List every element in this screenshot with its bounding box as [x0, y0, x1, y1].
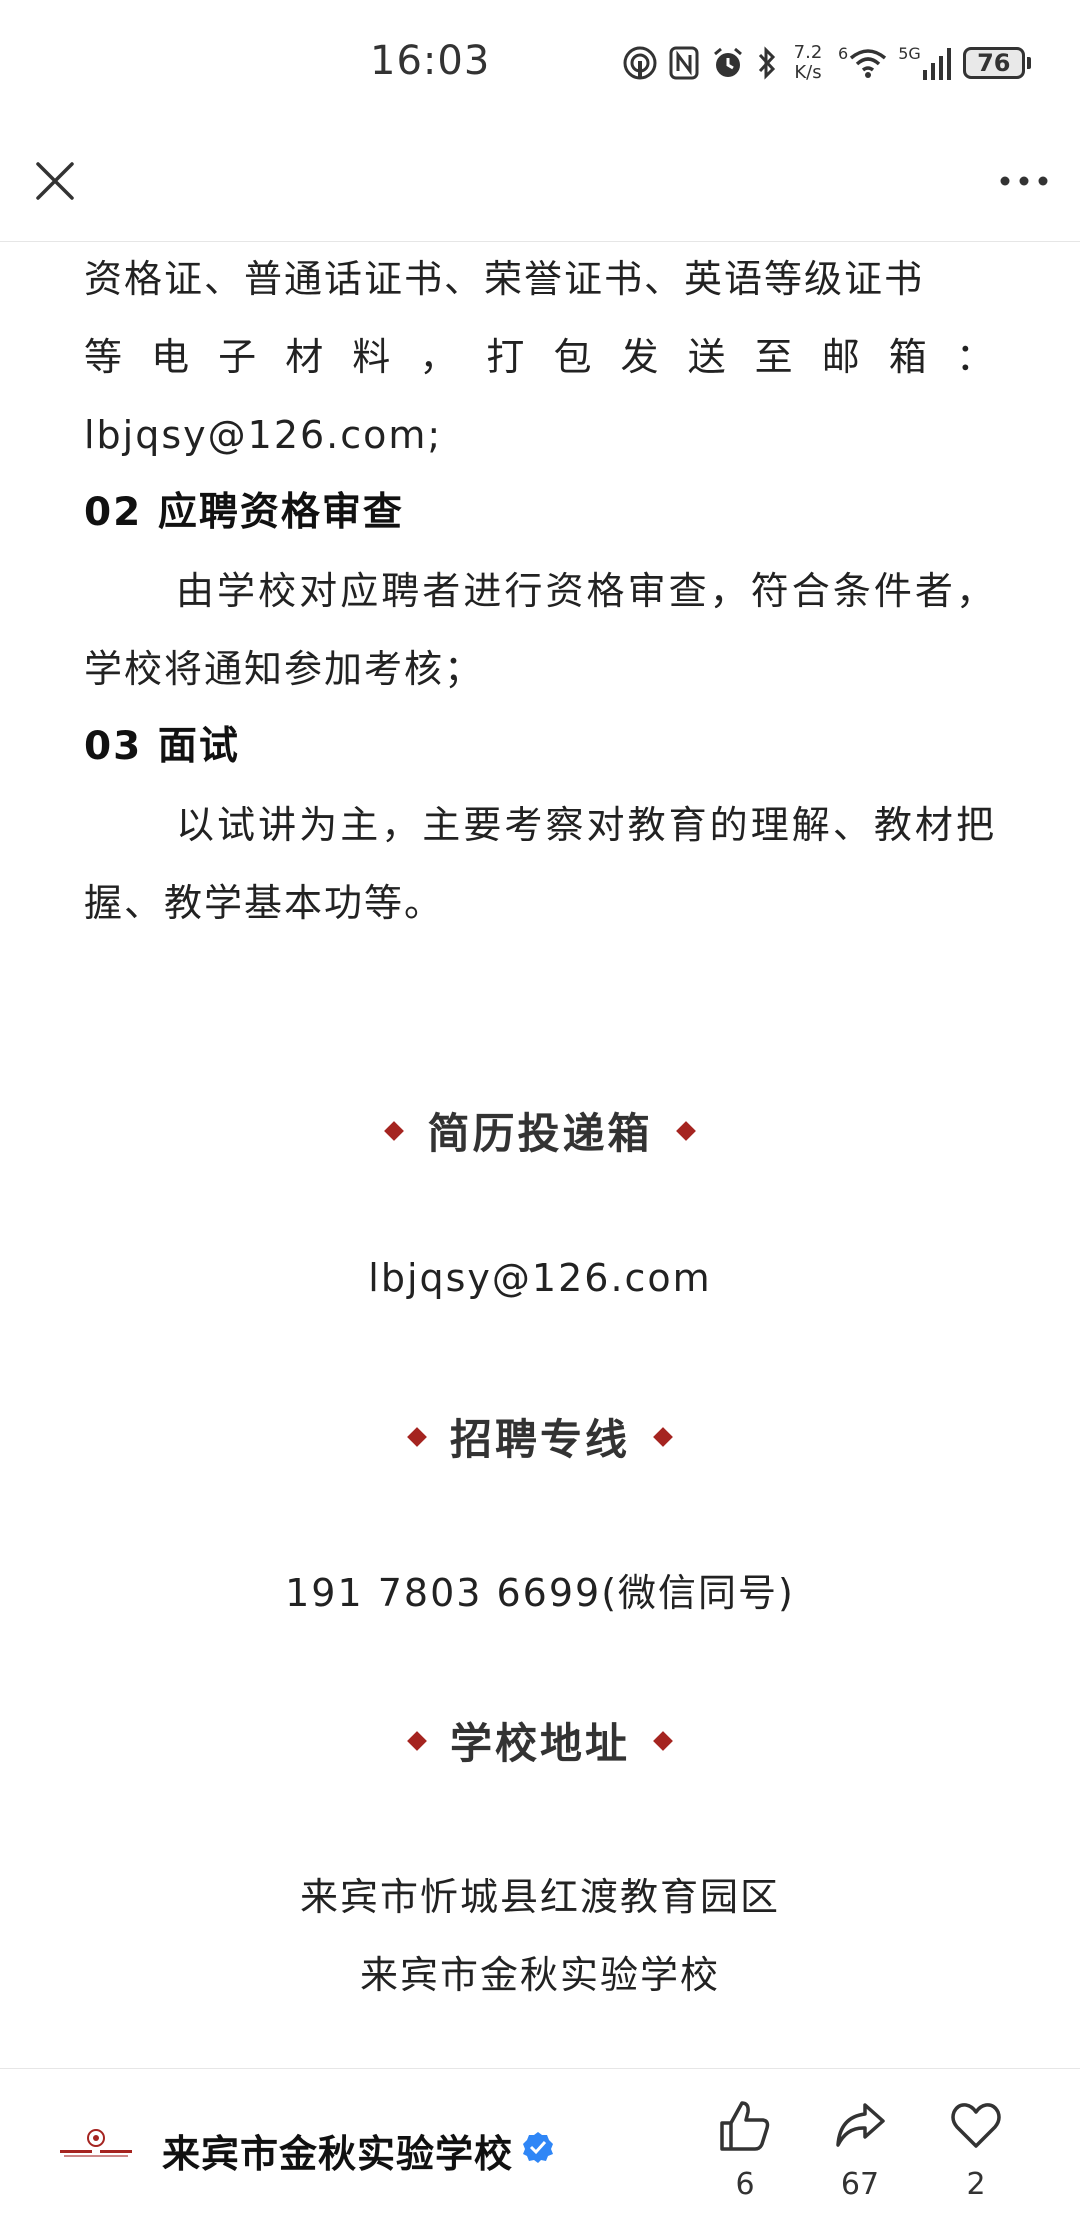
- battery-icon: 76: [962, 47, 1031, 79]
- hotline-phone-row: 191 7803 6699(微信同号): [0, 1562, 1080, 1617]
- hotspot-icon: [622, 45, 658, 81]
- spread-char: 子: [218, 335, 259, 379]
- speed-value: 7.2: [793, 42, 823, 63]
- address-line-1-row: 来宾市忻城县红渡教育园区: [0, 1866, 1080, 1921]
- diamond-icon: [384, 1120, 405, 1141]
- status-bar: 16:03 7.2 K/s 6 5G 76: [0, 0, 1080, 130]
- share-count: 67: [840, 2167, 880, 2202]
- speed-unit: K/s: [794, 62, 822, 83]
- section-heading-02: 02 应聘资格审查: [84, 490, 404, 535]
- status-icons: 7.2 K/s 6 5G 76: [622, 40, 1031, 86]
- spread-char: 至: [754, 335, 795, 379]
- spread-char: ：: [955, 335, 996, 379]
- resume-box-section: 简历投递箱: [0, 1100, 1080, 1161]
- paragraph-02: 由学校对应聘者进行资格审查，符合条件者，学校将通知参加考核；: [84, 569, 996, 691]
- share-button[interactable]: 67: [820, 2099, 900, 2202]
- like-count: 6: [735, 2167, 755, 2202]
- section-heading-03: 03 面试: [84, 724, 240, 769]
- favorite-count: 2: [966, 2167, 986, 2202]
- spread-char: 料: [352, 335, 393, 379]
- spread-char: 箱: [888, 335, 929, 379]
- bluetooth-icon: [756, 45, 778, 81]
- spread-char: 发: [620, 335, 661, 379]
- share-icon: [836, 2103, 885, 2147]
- close-icon: [36, 162, 74, 200]
- status-time: 16:03: [370, 38, 491, 84]
- nfc-icon: [668, 45, 700, 81]
- spread-char: 送: [687, 335, 728, 379]
- address-line-2-row: 来宾市金秋实验学校: [0, 1944, 1080, 1999]
- address-line-2: 来宾市金秋实验学校: [359, 1953, 720, 1997]
- diamond-icon: [407, 1730, 427, 1751]
- diamond-icon: [407, 1426, 427, 1447]
- close-button[interactable]: [28, 154, 82, 208]
- article-body: 资格证、普通话证书、荣誉证书、英语等级证书 等电子材料 ， 打包发送至邮箱 ： lbj…: [84, 242, 996, 942]
- favorite-button[interactable]: 2: [936, 2099, 1016, 2202]
- article-line-email: lbjqsy@126.com;: [84, 413, 443, 457]
- address-title-text: 学校地址: [449, 1719, 630, 1768]
- paragraph-03: 以试讲为主，主要考察对教育的理解、教材把握、教学基本功等。: [84, 803, 996, 925]
- heart-icon: [951, 2103, 1001, 2148]
- network-speed: 7.2 K/s: [788, 43, 828, 83]
- account-name[interactable]: 来宾市金秋实验学校: [162, 2123, 513, 2178]
- hotline-section: 招聘专线: [0, 1406, 1080, 1467]
- hotline-phone[interactable]: 191 7803 6699(微信同号): [285, 1571, 795, 1615]
- bottom-bar: 来宾市金秋实验学校 6 67 2: [0, 2068, 1080, 2228]
- address-section: 学校地址: [0, 1710, 1080, 1771]
- spread-char: 包: [553, 335, 594, 379]
- more-button[interactable]: [994, 154, 1054, 208]
- article-line-spread: 等电子材料 ， 打包发送至邮箱 ：: [84, 318, 996, 396]
- spread-char: 邮: [821, 335, 862, 379]
- spread-char: ，: [419, 335, 460, 379]
- spread-char: 打: [486, 335, 527, 379]
- resume-box-title-text: 简历投递箱: [427, 1109, 653, 1158]
- top-nav: [0, 130, 1080, 242]
- resume-email-row: lbjqsy@126.com: [0, 1256, 1080, 1300]
- like-button[interactable]: 6: [705, 2099, 785, 2202]
- account-logo[interactable]: [58, 2129, 134, 2159]
- address-line-1: 来宾市忻城县红渡教育园区: [299, 1875, 780, 1919]
- wifi-label: 6: [838, 43, 849, 63]
- hotline-title-text: 招聘专线: [449, 1415, 630, 1464]
- thumbs-up-icon: [720, 2101, 770, 2151]
- spread-char: 等: [84, 335, 125, 379]
- hotline-title: 招聘专线: [0, 1406, 1080, 1467]
- resume-box-title: 简历投递箱: [0, 1100, 1080, 1161]
- spread-char: 材: [285, 335, 326, 379]
- diamond-icon: [653, 1426, 673, 1447]
- alarm-icon: [710, 45, 746, 81]
- address-title: 学校地址: [0, 1710, 1080, 1771]
- diamond-icon: [675, 1120, 696, 1141]
- wifi-icon: [848, 46, 888, 80]
- more-icon: [1000, 176, 1048, 186]
- network-label: 5G: [898, 43, 921, 63]
- article-line: 资格证、普通话证书、荣誉证书、英语等级证书: [84, 257, 925, 301]
- spread-char: 电: [151, 335, 192, 379]
- resume-email[interactable]: lbjqsy@126.com: [368, 1256, 711, 1300]
- battery-level: 76: [962, 47, 1025, 79]
- signal-icon: [921, 46, 953, 80]
- verified-icon: [523, 2132, 553, 2163]
- diamond-icon: [653, 1730, 673, 1751]
